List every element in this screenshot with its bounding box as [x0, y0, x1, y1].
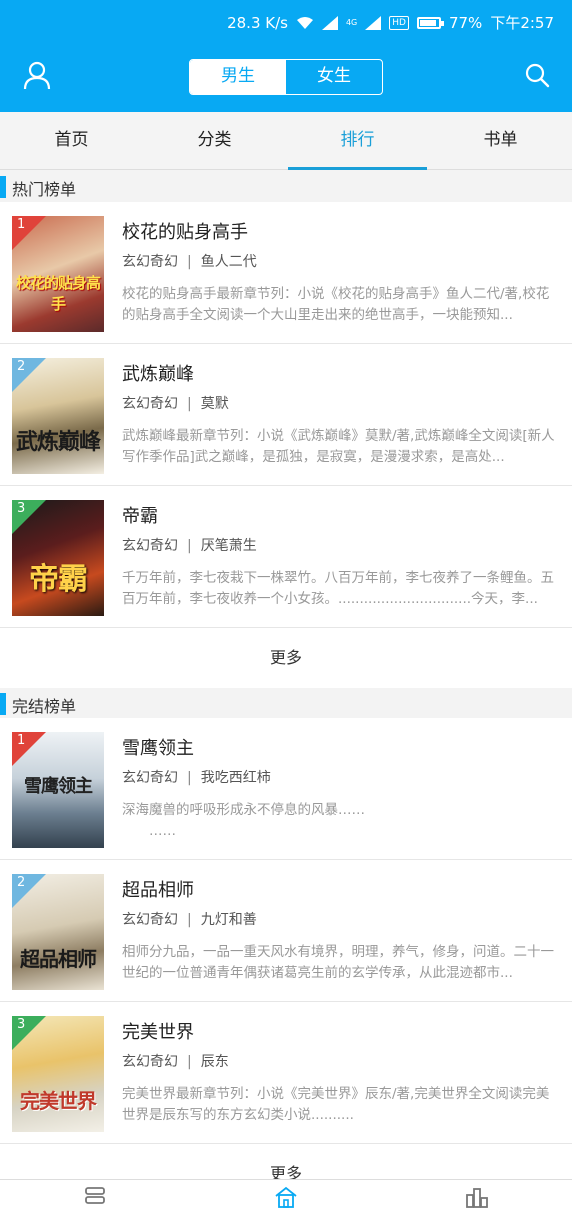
book-item[interactable]: 帝霸 3 帝霸 玄幻奇幻 | 厌笔萧生 千万年前，李七夜栽下一株翠竹。八百万年前，李…	[0, 486, 572, 628]
tab-ranking[interactable]: 排行	[286, 112, 429, 170]
home-icon	[275, 1186, 297, 1208]
book-cover: 校花的贴身高手 1	[12, 216, 104, 332]
rank-number: 1	[17, 733, 26, 748]
book-cover: 超品相师 2	[12, 874, 104, 990]
signal-icon	[321, 15, 338, 30]
tab-booklist[interactable]: 书单	[429, 112, 572, 169]
status-bar: 28.3 K/s 4G HD 77% 下午2:57	[0, 0, 572, 44]
book-item[interactable]: 校花的贴身高手 1 校花的贴身高手 玄幻奇幻 | 鱼人二代 校花的贴身高手最新章节列…	[0, 202, 572, 344]
user-icon[interactable]	[22, 60, 52, 90]
section-title: 完结榜单	[12, 697, 77, 716]
rank-number: 3	[17, 1017, 26, 1032]
book-description: 深海魔兽的呼吸形成永不停息的风暴…… ……	[122, 802, 365, 839]
book-cover: 武炼巅峰 2	[12, 358, 104, 474]
section-header-finished: 完结榜单	[0, 688, 572, 720]
section-accent-bar	[0, 693, 6, 715]
book-cover: 完美世界 3	[12, 1016, 104, 1132]
book-item[interactable]: 武炼巅峰 2 武炼巅峰 玄幻奇幻 | 莫默 武炼巅峰最新章节列：小说《武炼巅峰》莫默…	[0, 344, 572, 486]
battery-icon	[416, 16, 444, 29]
tab-category[interactable]: 分类	[143, 112, 286, 169]
cover-title: 校花的贴身高手	[16, 274, 101, 313]
clock: 下午2:57	[490, 14, 554, 32]
cover-title: 武炼巅峰	[16, 430, 101, 455]
book-meta: 玄幻奇幻 | 九灯和善	[122, 912, 257, 928]
book-title: 校花的贴身高手	[122, 222, 248, 243]
book-genre: 玄幻奇幻	[122, 254, 178, 270]
book-description: 千万年前，李七夜栽下一株翠竹。八百万年前，李七夜养了一条鲤鱼。五百万年前，李七夜…	[122, 570, 554, 607]
book-description: 完美世界最新章节列：小说《完美世界》辰东/著,完美世界全文阅读完美世界是辰东写的…	[122, 1086, 550, 1123]
gender-toggle: 男生 女生	[189, 59, 383, 95]
book-title: 帝霸	[122, 506, 158, 527]
rank-number: 1	[17, 217, 26, 232]
network-type: 4G	[345, 18, 358, 27]
finished-list: 雪鹰领主 1 雪鹰领主 玄幻奇幻 | 我吃西红柿 深海魔兽的呼吸形成永不停息的风暴……	[0, 718, 572, 1204]
book-cover: 雪鹰领主 1	[12, 732, 104, 848]
book-author: 莫默	[200, 396, 229, 412]
book-meta: 玄幻奇幻 | 莫默	[122, 396, 229, 412]
book-meta: 玄幻奇幻 | 鱼人二代	[122, 254, 257, 270]
nav-ranking[interactable]	[381, 1180, 572, 1210]
cover-title: 完美世界	[20, 1089, 97, 1113]
book-genre: 玄幻奇幻	[122, 1054, 178, 1070]
hot-list: 校花的贴身高手 1 校花的贴身高手 玄幻奇幻 | 鱼人二代 校花的贴身高手最新章节列…	[0, 202, 572, 688]
book-author: 鱼人二代	[200, 254, 257, 270]
battery-level: 77%	[448, 13, 483, 32]
book-genre: 玄幻奇幻	[122, 770, 178, 786]
book-genre: 玄幻奇幻	[122, 912, 178, 928]
book-author: 厌笔萧生	[200, 538, 257, 554]
nav-home[interactable]	[191, 1180, 382, 1210]
gender-tab-female[interactable]: 女生	[286, 60, 382, 94]
bottom-nav	[0, 1179, 572, 1210]
bookshelf-icon	[85, 1187, 106, 1204]
book-title: 超品相师	[122, 880, 194, 901]
rank-number: 3	[17, 501, 26, 516]
cover-title: 雪鹰领主	[24, 776, 93, 797]
wifi-icon	[296, 16, 313, 29]
book-meta: 玄幻奇幻 | 辰东	[122, 1054, 229, 1070]
gender-tab-male[interactable]: 男生	[190, 60, 286, 94]
rank-number: 2	[17, 875, 26, 890]
hd-badge: HD	[389, 15, 409, 30]
book-author: 九灯和善	[200, 912, 257, 928]
book-meta: 玄幻奇幻 | 厌笔萧生	[122, 538, 257, 554]
network-speed: 28.3 K/s	[227, 13, 288, 32]
book-description: 校花的贴身高手最新章节列：小说《校花的贴身高手》鱼人二代/著,校花的贴身高手全文…	[122, 286, 550, 323]
book-title: 武炼巅峰	[122, 364, 194, 385]
section-title: 热门榜单	[12, 180, 77, 199]
book-item[interactable]: 雪鹰领主 1 雪鹰领主 玄幻奇幻 | 我吃西红柿 深海魔兽的呼吸形成永不停息的风暴……	[0, 718, 572, 860]
book-author: 辰东	[200, 1054, 229, 1070]
book-title: 雪鹰领主	[122, 738, 194, 759]
section-header-hot: 热门榜单	[0, 171, 572, 203]
tab-home[interactable]: 首页	[0, 112, 143, 169]
book-description: 相师分九品，一品一重天风水有境界，明理，养气，修身，问道。二十一世纪的一位普通青…	[122, 944, 554, 981]
cover-title: 帝霸	[29, 562, 88, 597]
section-accent-bar	[0, 176, 6, 198]
app-header: 28.3 K/s 4G HD 77% 下午2:57 男生 女生	[0, 0, 572, 112]
signal-icon-2	[365, 15, 382, 30]
book-meta: 玄幻奇幻 | 我吃西红柿	[122, 770, 271, 786]
book-item[interactable]: 超品相师 2 超品相师 玄幻奇幻 | 九灯和善 相师分九品，一品一重天风水有境界，明…	[0, 860, 572, 1002]
main-tabs: 首页 分类 排行 书单	[0, 112, 572, 170]
search-icon[interactable]	[524, 62, 550, 88]
book-author: 我吃西红柿	[200, 770, 271, 786]
book-description: 武炼巅峰最新章节列：小说《武炼巅峰》莫默/著,武炼巅峰全文阅读[新人写作季作品]…	[122, 428, 555, 465]
book-title: 完美世界	[122, 1022, 194, 1043]
ranking-icon	[465, 1188, 488, 1208]
rank-number: 2	[17, 359, 26, 374]
book-item[interactable]: 完美世界 3 完美世界 玄幻奇幻 | 辰东 完美世界最新章节列：小说《完美世界》辰东…	[0, 1002, 572, 1144]
more-button-hot[interactable]: 更多	[0, 628, 572, 688]
cover-title: 超品相师	[20, 947, 97, 971]
nav-bookshelf[interactable]	[0, 1180, 191, 1210]
book-genre: 玄幻奇幻	[122, 538, 178, 554]
book-cover: 帝霸 3	[12, 500, 104, 616]
book-genre: 玄幻奇幻	[122, 396, 178, 412]
